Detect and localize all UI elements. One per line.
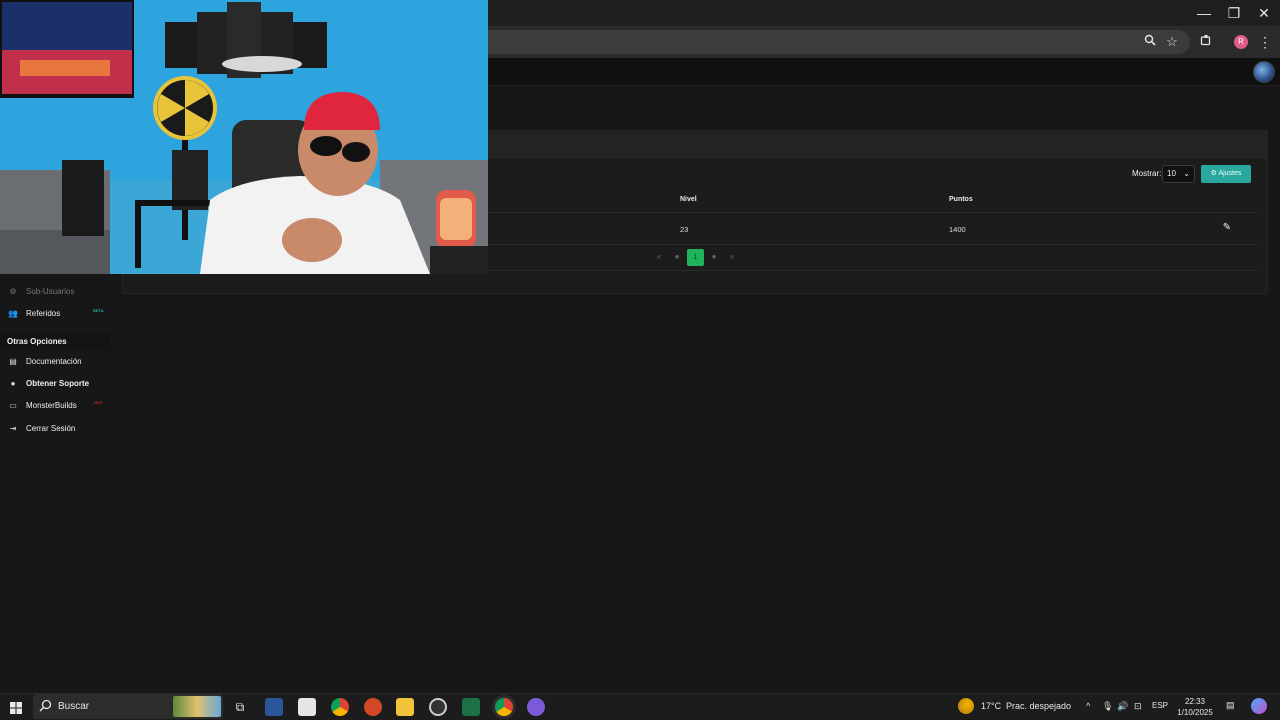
sidebar-item-sub-usuarios[interactable]: ⚙ Sub-Usuarios (8, 285, 74, 299)
clock-time: 22:33 (1184, 697, 1206, 706)
users-icon: 👥 (8, 309, 18, 318)
hot-badge: HOT (94, 400, 103, 405)
task-view-icon[interactable]: ⧉ (231, 698, 249, 716)
close-window-button[interactable]: ✕ (1248, 0, 1280, 26)
excel-app-icon[interactable] (462, 698, 480, 716)
show-hidden-icons-chevron-icon[interactable]: ^ (1086, 701, 1090, 711)
laptop-icon: ▭ (9, 401, 17, 410)
file-explorer-icon[interactable] (396, 698, 414, 716)
weather-icon[interactable] (958, 698, 974, 714)
browser-profile-avatar[interactable]: R (1234, 35, 1248, 49)
display-icon[interactable]: ⊡ (1134, 701, 1142, 712)
next-page-icon[interactable]: ● (707, 251, 721, 263)
sidebar-item-label: MonsterBuilds (26, 401, 77, 410)
word-app-icon[interactable] (265, 698, 283, 716)
microphone-icon[interactable]: 🎙 (1102, 701, 1113, 712)
support-icon: ● (10, 379, 16, 388)
search-highlight-image (173, 696, 221, 717)
sidebar-item-cerrar-sesion[interactable]: ⇥ Cerrar Sesión (8, 422, 76, 436)
store-app-icon[interactable] (298, 698, 316, 716)
sidebar-item-label: Cerrar Sesión (26, 424, 76, 433)
chrome-app-icon[interactable] (331, 698, 349, 716)
user-avatar[interactable] (1253, 61, 1275, 83)
page-button-current[interactable]: 1 (687, 249, 704, 266)
column-header-puntos[interactable]: Puntos (949, 196, 973, 203)
show-entries-label: Mostrar: (1132, 169, 1162, 178)
settings-button-label: Ajustes (1218, 170, 1242, 177)
users-cog-icon: ⚙ (9, 287, 17, 296)
sidebar-item-label: Obtener Soporte (26, 379, 90, 388)
column-header-nivel[interactable]: Nivel (680, 196, 697, 203)
sidebar-item-referidos[interactable]: 👥 Referidos (8, 307, 60, 321)
sidebar-section-header: Otras Opciones (0, 333, 110, 350)
chevron-down-icon: ⌄ (1183, 169, 1190, 178)
chrome-profile-app-icon[interactable] (495, 698, 513, 716)
copilot-icon[interactable] (1251, 698, 1267, 714)
bookmark-star-icon[interactable]: ☆ (1162, 32, 1182, 52)
sidebar-item-monsterbuilds[interactable]: ▭ MonsterBuilds (8, 399, 77, 413)
weather-description[interactable]: Prac. despejado (1006, 701, 1071, 711)
search-icon (39, 699, 52, 717)
webcam-overlay (0, 0, 488, 274)
edit-pencil-icon[interactable]: ✎ (1221, 222, 1233, 234)
sign-out-icon: ⇥ (9, 424, 17, 433)
sidebar-item-label: Documentación (26, 357, 82, 366)
restore-button[interactable]: ❐ (1218, 0, 1250, 26)
weather-temperature[interactable]: 17°C (981, 701, 1001, 711)
book-icon: ▤ (9, 357, 17, 366)
sidebar-item-documentacion[interactable]: ▤ Documentación (8, 355, 82, 369)
show-entries-select[interactable]: 10 ⌄ (1162, 165, 1195, 183)
prev-page-icon[interactable]: ● (670, 251, 684, 263)
beta-badge: BETA (93, 308, 104, 313)
notifications-icon[interactable]: ▤ (1226, 700, 1235, 711)
minimize-button[interactable]: — (1188, 0, 1220, 26)
settings-button[interactable]: ⚙ Ajustes (1201, 165, 1251, 183)
last-page-icon[interactable]: » (725, 251, 739, 263)
sidebar-item-label: Referidos (26, 309, 61, 318)
cell-nivel: 23 (680, 225, 689, 234)
first-page-icon[interactable]: « (652, 251, 666, 263)
sidebar-item-label: Sub-Usuarios (26, 287, 75, 296)
powerpoint-app-icon[interactable] (364, 698, 382, 716)
windows-start-icon[interactable] (10, 701, 22, 714)
taskbar-clock[interactable]: 22:33 1/10/2025 (1177, 696, 1213, 718)
volume-icon[interactable]: 🔊 (1117, 701, 1128, 712)
show-entries-value: 10 (1167, 169, 1176, 178)
zoom-icon[interactable] (1140, 32, 1160, 52)
recording-app-icon[interactable] (429, 698, 447, 716)
extensions-icon[interactable] (1196, 32, 1216, 52)
section-title: Otras Opciones (7, 337, 67, 346)
language-indicator[interactable]: ESP (1152, 701, 1168, 710)
cell-puntos: 1400 (949, 225, 966, 234)
clock-date: 1/10/2025 (1177, 708, 1213, 717)
messenger-app-icon[interactable] (527, 698, 545, 716)
browser-menu-icon[interactable]: ⋮ (1258, 32, 1272, 52)
search-placeholder: Buscar (58, 701, 90, 712)
sidebar-item-obtener-soporte[interactable]: ● Obtener Soporte (8, 377, 90, 391)
gears-icon: ⚙ (1210, 170, 1217, 177)
